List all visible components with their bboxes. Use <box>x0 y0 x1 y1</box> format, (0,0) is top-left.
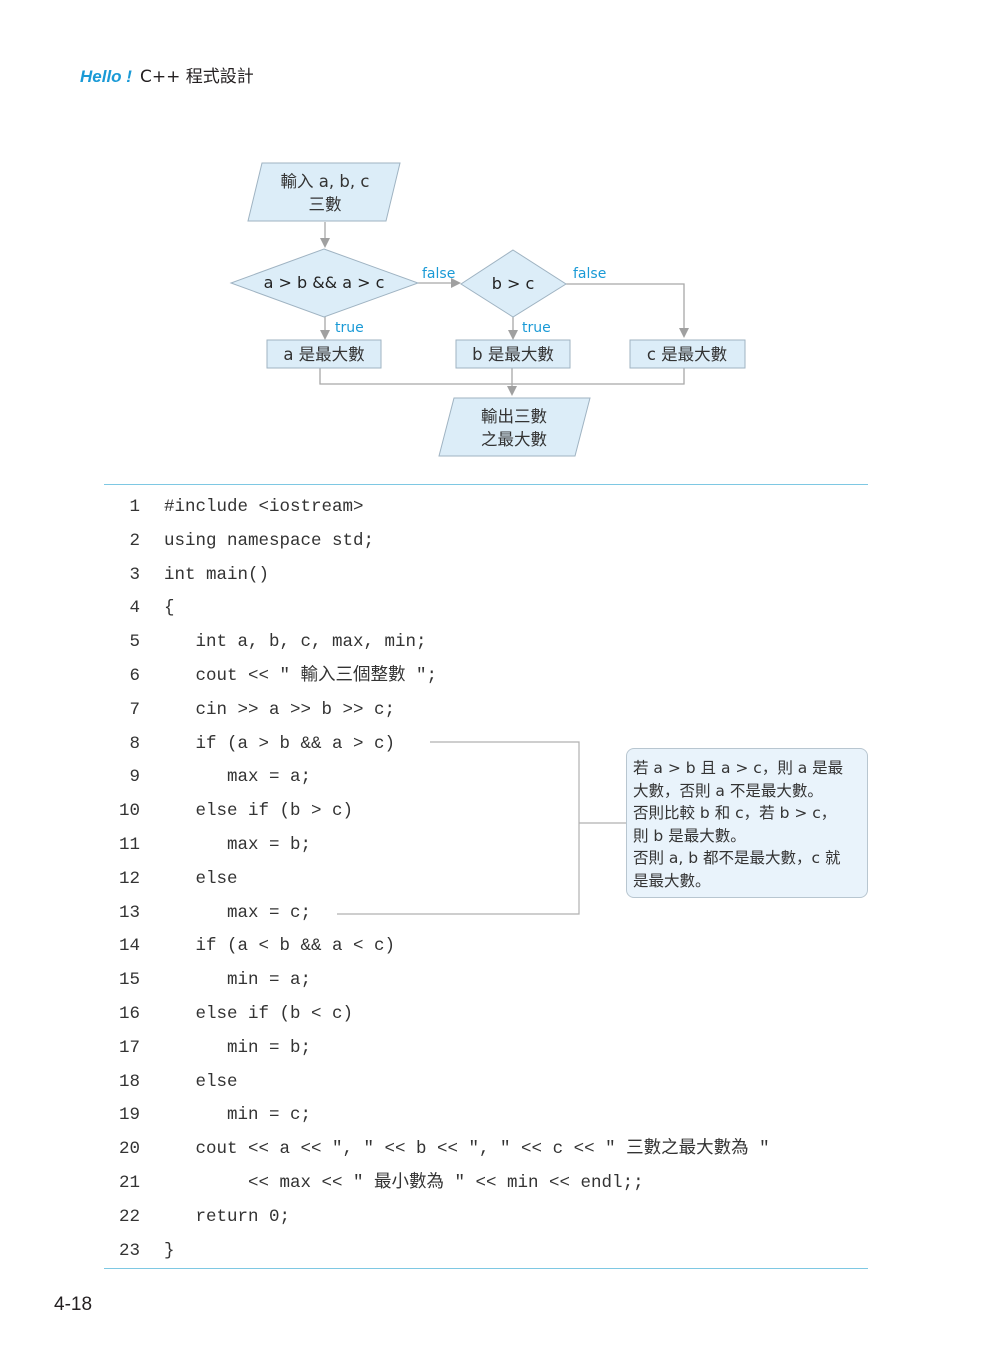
annotation-bracket <box>337 741 626 915</box>
note-line: 是最大數。 <box>633 871 711 890</box>
note-line: 若 a > b 且 a > c，則 a 是最 <box>633 759 844 777</box>
code-bottom-rule <box>104 1268 868 1269</box>
note-line: 則 b 是最大數。 <box>633 826 746 845</box>
bracket-line <box>337 741 580 915</box>
note-line: 大數，否則 a 不是最大數。 <box>633 781 823 800</box>
annotation-note: 若 a > b 且 a > c，則 a 是最 大數，否則 a 不是最大數。 否則… <box>626 748 868 898</box>
note-line: 否則 a, b 都不是最大數，c 就 <box>633 849 841 867</box>
page-number: 4-18 <box>54 1294 93 1315</box>
note-line: 否則比較 b 和 c，若 b > c， <box>633 804 837 822</box>
